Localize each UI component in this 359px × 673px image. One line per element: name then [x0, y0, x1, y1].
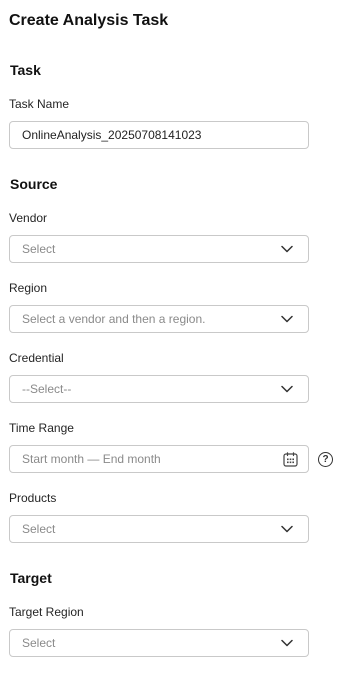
vendor-placeholder: Select	[22, 242, 56, 256]
section-title-source: Source	[10, 176, 58, 192]
task-name-input[interactable]	[22, 122, 296, 148]
region-label: Region	[9, 281, 48, 295]
create-analysis-task-form: Create Analysis Task Task Task Name Sour…	[0, 0, 359, 673]
page-title: Create Analysis Task	[9, 12, 169, 29]
chevron-down-icon	[280, 636, 294, 650]
products-label: Products	[9, 491, 57, 505]
calendar-icon[interactable]	[282, 451, 298, 467]
task-name-field[interactable]	[9, 121, 309, 149]
target-region-label: Target Region	[9, 605, 84, 619]
products-placeholder: Select	[22, 522, 56, 536]
time-range-picker[interactable]: Start month — End month	[9, 445, 309, 473]
chevron-down-icon	[280, 312, 294, 326]
credential-placeholder: --Select--	[22, 382, 72, 396]
question-circle-icon[interactable]: ?	[318, 452, 333, 467]
target-region-placeholder: Select	[22, 636, 56, 650]
target-region-select[interactable]: Select	[9, 629, 309, 657]
section-title-task: Task	[10, 62, 41, 78]
credential-label: Credential	[9, 351, 64, 365]
region-select[interactable]: Select a vendor and then a region.	[9, 305, 309, 333]
credential-select[interactable]: --Select--	[9, 375, 309, 403]
region-placeholder: Select a vendor and then a region.	[22, 312, 206, 326]
vendor-label: Vendor	[9, 211, 48, 225]
chevron-down-icon	[280, 382, 294, 396]
vendor-select[interactable]: Select	[9, 235, 309, 263]
time-range-label: Time Range	[9, 421, 74, 435]
chevron-down-icon	[280, 242, 294, 256]
chevron-down-icon	[280, 522, 294, 536]
products-select[interactable]: Select	[9, 515, 309, 543]
section-title-target: Target	[10, 570, 52, 586]
time-range-placeholder: Start month — End month	[22, 452, 161, 466]
task-name-label: Task Name	[9, 97, 70, 111]
